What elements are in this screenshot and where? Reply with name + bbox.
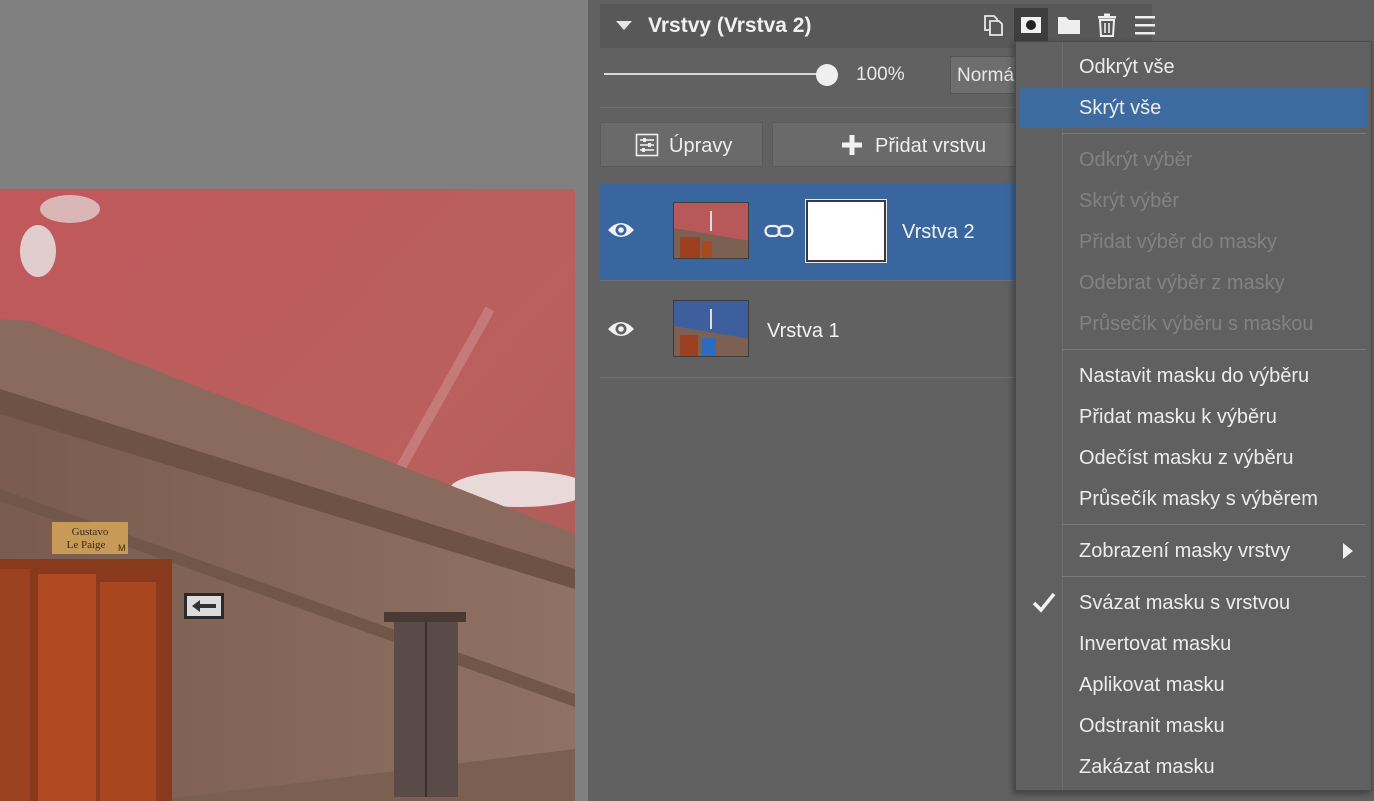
menu-item-label: Invertovat masku	[1079, 633, 1232, 655]
adjustments-icon	[635, 133, 659, 157]
mask-icon	[1021, 17, 1041, 33]
layer-name: Vrstva 2	[902, 221, 975, 243]
mask-link-icon[interactable]	[764, 223, 794, 239]
mask-context-menu: Odkrýt vše Skrýt vše Odkrýt výběr Skrýt …	[1015, 41, 1372, 791]
menu-item-label: Nastavit masku do výběru	[1079, 365, 1310, 387]
menu-item-subtract-selection-from-mask: Odebrat výběr z masky	[1020, 263, 1367, 303]
menu-item-apply-mask[interactable]: Aplikovat masku	[1020, 665, 1367, 705]
layer-thumbnail	[673, 202, 749, 259]
sign-text-1: Gustavo	[72, 526, 109, 538]
menu-item-subtract-mask-from-selection[interactable]: Odečíst masku z výběru	[1020, 438, 1367, 478]
submenu-arrow-icon	[1343, 543, 1353, 559]
menu-item-intersect-selection-with-mask: Průsečík výběru s maskou	[1020, 304, 1367, 344]
menu-item-reveal-all[interactable]: Odkrýt vše	[1020, 47, 1367, 87]
menu-separator	[1062, 576, 1366, 577]
menu-item-hide-selection: Skrýt výběr	[1020, 181, 1367, 221]
photo-image: Gustavo Le Paige M	[0, 189, 575, 801]
sign-text-3: M	[118, 543, 126, 553]
trash-icon	[1098, 13, 1116, 37]
eye-visibility-icon[interactable]	[606, 219, 636, 241]
menu-item-label: Průsečík výběru s maskou	[1079, 313, 1314, 335]
menu-item-invert-mask[interactable]: Invertovat masku	[1020, 624, 1367, 664]
opacity-slider-track[interactable]	[604, 73, 826, 75]
adjustments-button-label: Úpravy	[669, 135, 733, 157]
layer-thumbnail	[673, 300, 749, 357]
menu-item-label: Skrýt výběr	[1079, 190, 1180, 212]
menu-item-intersect-mask-with-selection[interactable]: Průsečík masky s výběrem	[1020, 479, 1367, 519]
menu-item-set-mask-to-selection[interactable]: Nastavit masku do výběru	[1020, 356, 1367, 396]
adjustments-button[interactable]: Úpravy	[600, 122, 763, 167]
blend-mode-value: Normál	[957, 65, 1019, 86]
menu-item-label: Průsečík masky s výběrem	[1079, 488, 1318, 510]
add-layer-button[interactable]: Přidat vrstvu	[772, 122, 1017, 167]
new-folder-button[interactable]	[1052, 8, 1086, 42]
menu-item-reveal-selection: Odkrýt výběr	[1020, 140, 1367, 180]
sign-text-2: Le Paige	[67, 539, 106, 551]
layer-mask-thumbnail[interactable]	[805, 199, 887, 263]
menu-separator	[1062, 524, 1366, 525]
menu-item-label: Odkrýt vše	[1079, 56, 1175, 78]
menu-item-hide-all[interactable]: Skrýt vše	[1020, 88, 1367, 128]
copy-layer-button[interactable]	[976, 8, 1010, 42]
opacity-slider-handle[interactable]	[816, 64, 838, 86]
menu-item-link-mask-with-layer[interactable]: Svázat masku s vrstvou	[1020, 583, 1367, 623]
menu-item-label: Odečíst masku z výběru	[1079, 447, 1294, 469]
menu-item-label: Skrýt vše	[1079, 97, 1162, 119]
collapse-triangle-icon[interactable]	[616, 21, 632, 30]
menu-item-add-selection-to-mask: Přidat výběr do masky	[1020, 222, 1367, 262]
menu-separator	[1062, 133, 1366, 134]
menu-item-layer-mask-display[interactable]: Zobrazení masky vrstvy	[1020, 531, 1367, 571]
mask-button[interactable]	[1014, 8, 1048, 42]
menu-item-label: Odebrat výběr z masky	[1079, 272, 1285, 294]
opacity-value: 100%	[856, 64, 905, 85]
checkmark-icon	[1032, 592, 1056, 613]
menu-item-label: Zakázat masku	[1079, 756, 1215, 778]
menu-item-label: Odkrýt výběr	[1079, 149, 1193, 171]
panel-title: Vrstvy (Vrstva 2)	[648, 14, 812, 37]
layer-name: Vrstva 1	[767, 320, 840, 342]
delete-layer-button[interactable]	[1090, 8, 1124, 42]
menu-item-disable-mask[interactable]: Zakázat masku	[1020, 747, 1367, 787]
folder-icon	[1058, 17, 1080, 34]
panel-menu-button[interactable]	[1128, 8, 1162, 42]
menu-item-label: Odstranit masku	[1079, 715, 1225, 737]
eye-visibility-icon[interactable]	[606, 318, 636, 340]
menu-item-label: Aplikovat masku	[1079, 674, 1225, 696]
hamburger-menu-icon	[1135, 16, 1155, 35]
add-layer-button-label: Přidat vrstvu	[875, 135, 987, 157]
menu-item-label: Přidat výběr do masky	[1079, 231, 1277, 253]
menu-item-label: Zobrazení masky vrstvy	[1079, 540, 1291, 562]
copy-layer-icon	[984, 15, 1003, 36]
menu-item-label: Svázat masku s vrstvou	[1079, 592, 1291, 614]
menu-separator	[1062, 349, 1366, 350]
menu-item-remove-mask[interactable]: Odstranit masku	[1020, 706, 1367, 746]
photo-canvas[interactable]: Gustavo Le Paige M	[0, 189, 575, 801]
menu-item-add-mask-to-selection[interactable]: Přidat masku k výběru	[1020, 397, 1367, 437]
plus-icon	[842, 135, 862, 155]
canvas-area[interactable]: Gustavo Le Paige M	[0, 0, 588, 801]
menu-item-label: Přidat masku k výběru	[1079, 406, 1277, 428]
